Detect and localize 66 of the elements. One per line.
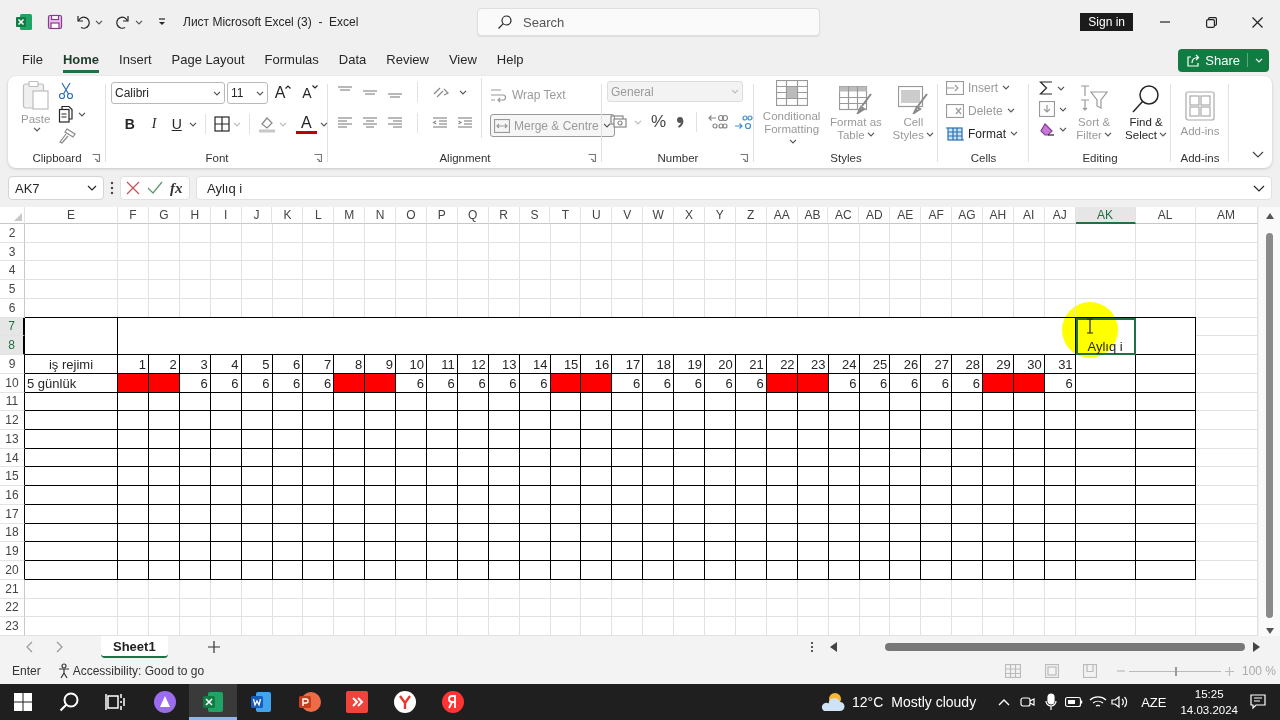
group-label: Font xyxy=(205,152,229,164)
table-cell-text: 3 xyxy=(199,355,209,374)
table-cell-text: 6 xyxy=(230,374,240,393)
table-cell-text: 10 xyxy=(408,355,425,374)
table-cell-text: 6 xyxy=(724,374,734,393)
table-cell-text: 16 xyxy=(593,355,611,374)
group-label: Editing xyxy=(1082,152,1118,164)
table-cell-text: 22 xyxy=(779,355,796,374)
table-cell-text: 6 xyxy=(940,374,951,393)
table-cell-text: 21 xyxy=(748,355,765,374)
table-cell-text: 6 xyxy=(909,374,920,393)
table-cell-text: iş rejimi xyxy=(47,355,95,374)
table-cell-text: 25 xyxy=(871,355,889,374)
table-cell-text: 6 xyxy=(199,374,209,393)
table-cell-text: 6 xyxy=(323,374,333,393)
table-cell-text: 6 xyxy=(261,374,271,393)
table-cell-text: 6 xyxy=(508,374,518,393)
table-cell-text: 2 xyxy=(168,355,178,374)
table-cell-text: 31 xyxy=(1057,355,1074,374)
temperature-text: 12°C xyxy=(852,694,884,710)
table-cell-text: 13 xyxy=(501,355,518,374)
table-cell-text: 28 xyxy=(964,355,981,374)
table-cell-text: 6 xyxy=(755,374,765,393)
table-cell-text: 19 xyxy=(686,355,703,374)
group-label: Add-ins xyxy=(1180,152,1220,164)
table-cell-text: 6 xyxy=(848,374,858,393)
table-cell-text: 24 xyxy=(840,355,858,374)
table-cell-text: 6 xyxy=(879,374,889,393)
table-cell-text: 6 xyxy=(662,374,673,393)
table-cell-text: 6 xyxy=(292,355,302,374)
table-cell-text: 30 xyxy=(1026,355,1043,374)
table-cell-text: 5 xyxy=(261,355,271,374)
table-cell-text: 6 xyxy=(446,374,456,393)
table-cell-text: 18 xyxy=(655,355,673,374)
group-label: Styles xyxy=(830,152,862,164)
table-cell-text: 9 xyxy=(384,355,394,374)
table-cell-text: 15 xyxy=(562,355,580,374)
table-cell-text: 1 xyxy=(137,355,147,374)
table-cell-text: 4 xyxy=(230,355,240,374)
table-cell-text: 29 xyxy=(995,355,1012,374)
table-cell-text: 26 xyxy=(902,355,920,374)
table-cell-text: 6 xyxy=(477,374,487,393)
table-cell-text: 6 xyxy=(539,374,549,393)
table-cell-text: 6 xyxy=(631,374,642,393)
group-label: Cells xyxy=(970,152,997,164)
group-label: Number xyxy=(657,152,699,164)
table-cell-text: 6 xyxy=(1064,374,1074,393)
table-cell-text: 6 xyxy=(292,374,302,393)
table-cell-text: 11 xyxy=(440,355,456,374)
table-cell-text: 20 xyxy=(717,355,734,374)
table-cell-text: 27 xyxy=(933,355,951,374)
table-cell-text: 12 xyxy=(470,355,487,374)
weather-text: Mostly cloudy xyxy=(891,694,977,710)
table-cell-text: 6 xyxy=(693,374,703,393)
table-cell-text: 17 xyxy=(624,355,642,374)
table-cell-text: 7 xyxy=(323,355,333,374)
table-cell-text: 23 xyxy=(810,355,827,374)
window-title: Лист Microsoft Excel (3) - Excel xyxy=(183,15,359,29)
group-label: Alignment xyxy=(439,152,491,164)
table-cell-text: 6 xyxy=(971,374,981,393)
table-cell-text: 5 günlük xyxy=(26,374,78,393)
table-cell-text: 14 xyxy=(532,355,549,374)
table-cell-text: 8 xyxy=(353,355,364,374)
table-cell-text: 6 xyxy=(415,374,425,393)
mode-text: Enter xyxy=(12,664,41,678)
group-label: Clipboard xyxy=(32,152,82,164)
